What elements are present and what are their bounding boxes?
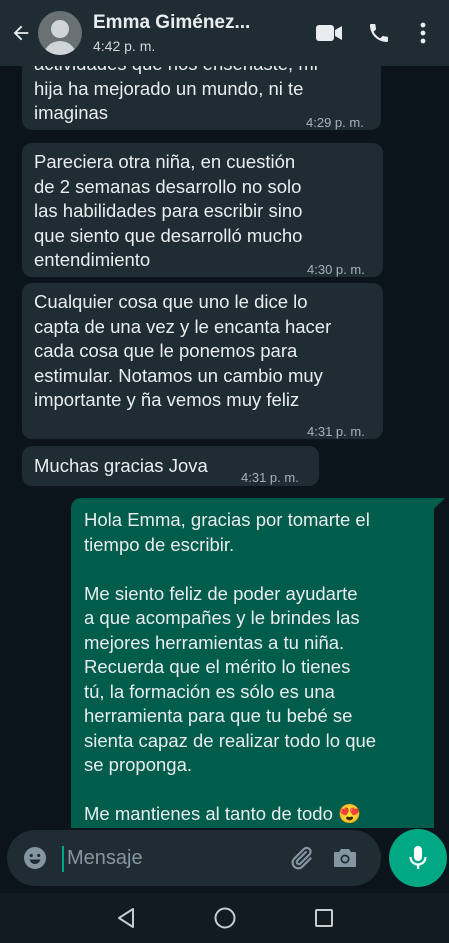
incoming-message[interactable]: Cualquier cosa que uno le dice lo capta … xyxy=(22,283,383,439)
chat-header: Emma Giménez... 4:42 p. m. xyxy=(0,0,449,66)
message-text: Hola Emma, gracias por tomarte el tiempo… xyxy=(84,508,376,827)
triangle-back-icon xyxy=(117,908,134,928)
message-body: Hola Emma, gracias por tomarte el tiempo… xyxy=(84,509,377,824)
nav-back-button[interactable] xyxy=(106,898,146,938)
message-composer: Mensaje xyxy=(7,830,381,886)
camera-icon xyxy=(334,849,356,867)
message-text: actividades que nos enseñaste, mi hija h… xyxy=(34,66,318,123)
arrow-left-icon xyxy=(13,25,29,41)
microphone-icon xyxy=(409,846,427,869)
back-button[interactable] xyxy=(6,13,36,53)
text-caret xyxy=(62,846,64,872)
message-text: Cualquier cosa que uno le dice lo capta … xyxy=(34,291,332,410)
circle-home-icon xyxy=(214,907,235,929)
avatar[interactable] xyxy=(38,11,82,55)
voice-record-button[interactable] xyxy=(389,829,447,887)
paperclip-icon xyxy=(291,846,312,870)
contact-info[interactable]: Emma Giménez... 4:42 p. m. xyxy=(93,12,309,54)
voice-call-button[interactable] xyxy=(359,13,399,53)
emoji-icon xyxy=(24,847,46,869)
more-options-button[interactable] xyxy=(403,13,443,53)
heart-eyes-emoji: 😍 xyxy=(338,803,362,824)
message-time: 4:30 p. m. xyxy=(307,262,365,277)
video-call-button[interactable] xyxy=(309,13,349,53)
attach-button[interactable] xyxy=(279,830,323,886)
message-time: 4:31 p. m. xyxy=(241,470,299,485)
nav-home-button[interactable] xyxy=(205,898,245,938)
emoji-button[interactable] xyxy=(15,830,55,886)
message-text: Muchas gracias Jova xyxy=(34,455,208,476)
system-navigation-bar xyxy=(0,893,449,943)
incoming-message[interactable]: Pareciera otra niña, en cuestión de 2 se… xyxy=(22,143,383,277)
incoming-message[interactable]: actividades que nos enseñaste, mi hija h… xyxy=(22,66,381,130)
nav-recents-button[interactable] xyxy=(304,898,344,938)
contact-name: Emma Giménez... xyxy=(93,12,251,33)
message-input[interactable]: Mensaje xyxy=(55,830,279,886)
square-recents-icon xyxy=(314,909,333,927)
phone-icon xyxy=(370,24,388,42)
last-seen-status: 4:42 p. m. xyxy=(93,38,156,54)
outgoing-message[interactable]: Hola Emma, gracias por tomarte el tiempo… xyxy=(71,498,434,828)
camera-button[interactable] xyxy=(323,830,367,886)
message-text: Pareciera otra niña, en cuestión de 2 se… xyxy=(34,151,303,270)
bubble-tail xyxy=(433,498,445,510)
more-vertical-icon xyxy=(420,22,426,44)
message-time: 4:31 p. m. xyxy=(307,424,365,439)
message-list[interactable]: actividades que nos enseñaste, mi hija h… xyxy=(0,66,449,828)
video-camera-icon xyxy=(316,25,342,41)
input-placeholder: Mensaje xyxy=(67,846,143,869)
message-time: 4:29 p. m. xyxy=(306,115,364,130)
incoming-message[interactable]: Muchas gracias Jova 4:31 p. m. xyxy=(22,446,319,486)
